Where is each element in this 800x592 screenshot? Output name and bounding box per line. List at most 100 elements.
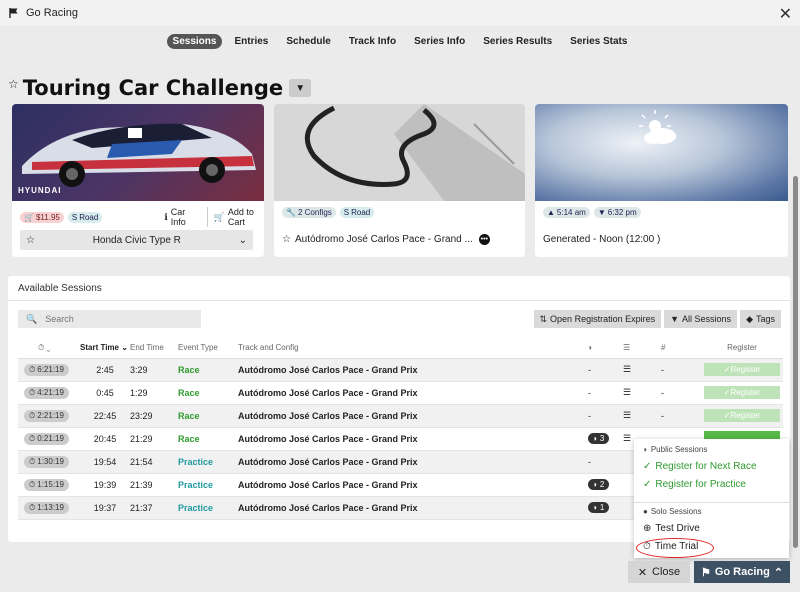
event-type: Race	[178, 427, 238, 451]
road-badge: S Road	[67, 211, 103, 223]
hash-value: -	[661, 404, 701, 428]
cart-icon: 🛒	[24, 212, 34, 222]
series-dropdown-button[interactable]: ▼	[289, 79, 312, 97]
drivers-pill: ◗ 1	[588, 502, 610, 513]
weather-image	[535, 104, 788, 201]
table-row[interactable]: ⏱ 2:21:19 22:45 23:29 Race Autódromo Jos…	[18, 404, 783, 428]
close-icon: ✕	[637, 566, 648, 579]
series-nav-tabs: Sessions Entries Schedule Track Info Ser…	[0, 34, 800, 49]
filter-icon: ▼	[670, 314, 680, 324]
car-image: HYUNDAI	[12, 104, 264, 201]
register-button[interactable]: ✓ Register	[704, 386, 780, 399]
event-type: Race	[178, 381, 238, 405]
check-icon: ✓	[643, 461, 652, 472]
search-input[interactable]	[45, 314, 186, 324]
solo-sessions-header: ● Solo Sessions	[643, 507, 702, 516]
tab-series-results[interactable]: Series Results	[477, 34, 558, 49]
weather-card: ▲ 5:14 am ▼ 6:32 pm Generated - Noon (12:0…	[535, 104, 788, 257]
road-icon: S	[71, 212, 78, 222]
track-name-row: ☆ Autódromo José Carlos Pace - Grand ...…	[282, 234, 490, 245]
table-row[interactable]: ⏱ 6:21:19 2:45 3:29 Race Autódromo José …	[18, 358, 783, 382]
start-time-header[interactable]: Start Time ⌄	[80, 338, 130, 359]
add-to-cart-link[interactable]: 🛒 Add to Cart	[206, 207, 264, 227]
car-select[interactable]: ☆ Honda Civic Type R ⌄	[20, 230, 253, 250]
timer-pill: ⏱ 2:21:19	[24, 409, 69, 422]
sessions-header: Available Sessions	[18, 283, 102, 294]
weather-desc-row: Generated - Noon (12:00 )	[543, 234, 660, 245]
list-icon[interactable]: ☰	[623, 381, 661, 405]
register-button[interactable]: ✓ Register	[704, 363, 780, 376]
search-icon: 🔍	[26, 313, 38, 324]
register-practice-item[interactable]: ✓ Register for Practice	[643, 479, 746, 490]
all-sessions-filter[interactable]: ▼ All Sessions	[664, 310, 738, 328]
timer-pill: ⏱ 1:30:19	[24, 455, 69, 468]
list-icon[interactable]: ☰	[623, 358, 661, 382]
session-filters: ⇅ Open Registration Expires ▼ All Sessions…	[533, 310, 781, 328]
drivers-count: -	[588, 450, 623, 474]
public-sessions-header: ◗ Public Sessions	[643, 445, 708, 454]
close-button[interactable]: ✕ Close	[628, 561, 690, 583]
steering-wheel-icon: ⊕	[643, 523, 652, 534]
sunset-badge: ▼ 6:32 pm	[593, 207, 641, 218]
start-time: 2:45	[80, 358, 130, 382]
track-config: Autódromo José Carlos Pace - Grand Prix	[238, 450, 588, 474]
register-next-race-item[interactable]: ✓ Register for Next Race	[643, 461, 757, 472]
hash-value: -	[661, 358, 701, 382]
table-row[interactable]: ⏱ 4:21:19 0:45 1:29 Race Autódromo José …	[18, 381, 783, 405]
timer-icon: ⏱	[38, 342, 45, 352]
timer-header[interactable]: ⏱ ⌄	[18, 338, 80, 359]
track-config-header[interactable]: Track and Config	[238, 338, 588, 359]
timer-pill: ⏱ 6:21:19	[24, 363, 69, 376]
search-box[interactable]: 🔍	[18, 310, 201, 328]
track-map	[274, 104, 525, 201]
sort-icon: ⇅	[539, 313, 548, 324]
timer-pill: ⏱ 0:21:19	[24, 432, 69, 445]
wrench-icon: 🔧	[286, 208, 296, 217]
tab-sessions[interactable]: Sessions	[166, 34, 223, 49]
start-time: 19:54	[80, 450, 130, 474]
tab-series-info[interactable]: Series Info	[408, 34, 471, 49]
helmet-icon: ◗	[643, 445, 648, 454]
event-type: Practice	[178, 473, 238, 497]
scrollbar[interactable]	[793, 176, 798, 548]
end-time: 21:54	[130, 450, 178, 474]
tab-schedule[interactable]: Schedule	[280, 34, 336, 49]
test-drive-item[interactable]: ⊕ Test Drive	[643, 523, 700, 534]
weather-meta-row: ▲ 5:14 am ▼ 6:32 pm	[543, 207, 641, 218]
end-time: 21:29	[130, 427, 178, 451]
favorite-star-icon[interactable]: ☆	[8, 77, 19, 91]
track-image	[274, 104, 525, 201]
tab-entries[interactable]: Entries	[228, 34, 274, 49]
drivers-pill: ◗ 2	[588, 479, 610, 490]
more-options-icon[interactable]: •••	[478, 234, 490, 245]
go-racing-button[interactable]: ⚑ Go Racing ⌃	[694, 561, 790, 583]
event-type: Practice	[178, 496, 238, 520]
car-select-row: ☆ Honda Civic Type R ⌄	[20, 230, 253, 250]
list-header: ☰	[623, 338, 661, 359]
car-card: HYUNDAI 🛒 $11.95 S Road ℹ Car Info 🛒 Add to …	[12, 104, 264, 257]
open-registration-filter[interactable]: ⇅ Open Registration Expires	[533, 310, 662, 328]
configs-badge: 🔧 2 Configs	[282, 207, 336, 218]
tab-track-info[interactable]: Track Info	[343, 34, 402, 49]
flag-icon: ⚑	[700, 566, 711, 579]
star-icon[interactable]: ☆	[282, 234, 291, 245]
event-type: Practice	[178, 450, 238, 474]
road-icon: S	[343, 208, 350, 217]
series-title: Touring Car Challenge	[22, 76, 284, 100]
track-config: Autódromo José Carlos Pace - Grand Prix	[238, 473, 588, 497]
window-titlebar: Go Racing ✕	[0, 0, 800, 26]
car-info-link[interactable]: ℹ Car Info	[164, 207, 196, 227]
chevron-up-icon: ⌃	[773, 566, 784, 579]
tags-filter[interactable]: ◆ Tags	[740, 310, 781, 328]
chevron-down-icon: ⌄	[238, 234, 247, 246]
tab-series-stats[interactable]: Series Stats	[564, 34, 633, 49]
end-time-header[interactable]: End Time	[130, 338, 178, 359]
road-badge: S Road	[339, 207, 375, 218]
drivers-pill: ◗ 3	[588, 433, 610, 444]
register-button[interactable]: ✓ Register	[704, 409, 780, 422]
start-time: 0:45	[80, 381, 130, 405]
list-icon[interactable]: ☰	[623, 404, 661, 428]
close-window-icon[interactable]: ✕	[779, 4, 792, 24]
track-name: Autódromo José Carlos Pace - Grand ...	[294, 234, 473, 245]
event-type-header[interactable]: Event Type	[178, 338, 238, 359]
